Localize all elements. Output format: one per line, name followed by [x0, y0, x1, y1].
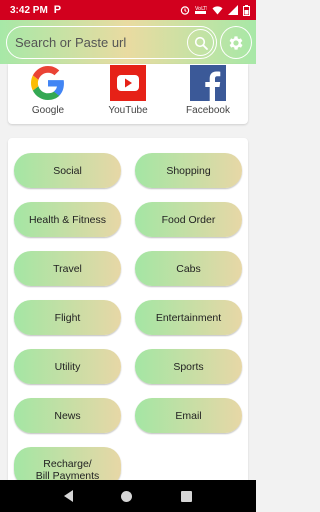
- category-food-order[interactable]: Food Order: [135, 202, 242, 237]
- category-email[interactable]: Email: [135, 398, 242, 433]
- categories-card: Social Shopping Health & Fitness Food Or…: [8, 138, 248, 488]
- shortcuts-card: Google YouTube Facebook: [8, 64, 248, 124]
- search-button[interactable]: [187, 29, 214, 56]
- category-social[interactable]: Social: [14, 153, 121, 188]
- status-time: 3:42 PM: [10, 4, 48, 16]
- shortcut-label: Google: [31, 105, 65, 116]
- shortcut-google[interactable]: Google: [8, 64, 88, 124]
- facebook-logo: [190, 65, 226, 101]
- category-shopping[interactable]: Shopping: [135, 153, 242, 188]
- category-cabs[interactable]: Cabs: [135, 251, 242, 286]
- search-placeholder: Search or Paste url: [15, 35, 127, 50]
- shortcut-label: Facebook: [186, 105, 230, 116]
- home-icon[interactable]: [121, 490, 133, 502]
- navigation-bar: [0, 480, 256, 512]
- gear-icon: [229, 35, 243, 50]
- alarm-icon: [180, 6, 190, 15]
- shortcut-youtube[interactable]: YouTube: [88, 64, 168, 124]
- battery-icon: [243, 4, 250, 16]
- wifi-icon: [212, 6, 223, 15]
- volte-icon: VoLTE: [195, 6, 207, 14]
- category-news[interactable]: News: [14, 398, 121, 433]
- category-travel[interactable]: Travel: [14, 251, 121, 286]
- recents-icon[interactable]: [180, 490, 192, 502]
- category-utility[interactable]: Utility: [14, 349, 121, 384]
- settings-button[interactable]: [220, 26, 252, 59]
- shortcut-label: YouTube: [108, 105, 148, 116]
- app-notification-icon: P: [53, 3, 62, 16]
- search-input[interactable]: Search or Paste url: [6, 26, 217, 59]
- signal-icon: [228, 5, 238, 15]
- category-entertainment[interactable]: Entertainment: [135, 300, 242, 335]
- back-icon[interactable]: [64, 490, 74, 502]
- status-icons: VoLTE: [180, 4, 250, 16]
- search-icon: [194, 36, 208, 50]
- category-health-fitness[interactable]: Health & Fitness: [14, 202, 121, 237]
- google-logo: [30, 65, 66, 101]
- youtube-logo: [110, 65, 146, 101]
- shortcut-facebook[interactable]: Facebook: [168, 64, 248, 124]
- category-sports[interactable]: Sports: [135, 349, 242, 384]
- search-bar: Search or Paste url: [0, 20, 256, 64]
- status-bar: 3:42 PM P VoLTE: [0, 0, 256, 20]
- category-flight[interactable]: Flight: [14, 300, 121, 335]
